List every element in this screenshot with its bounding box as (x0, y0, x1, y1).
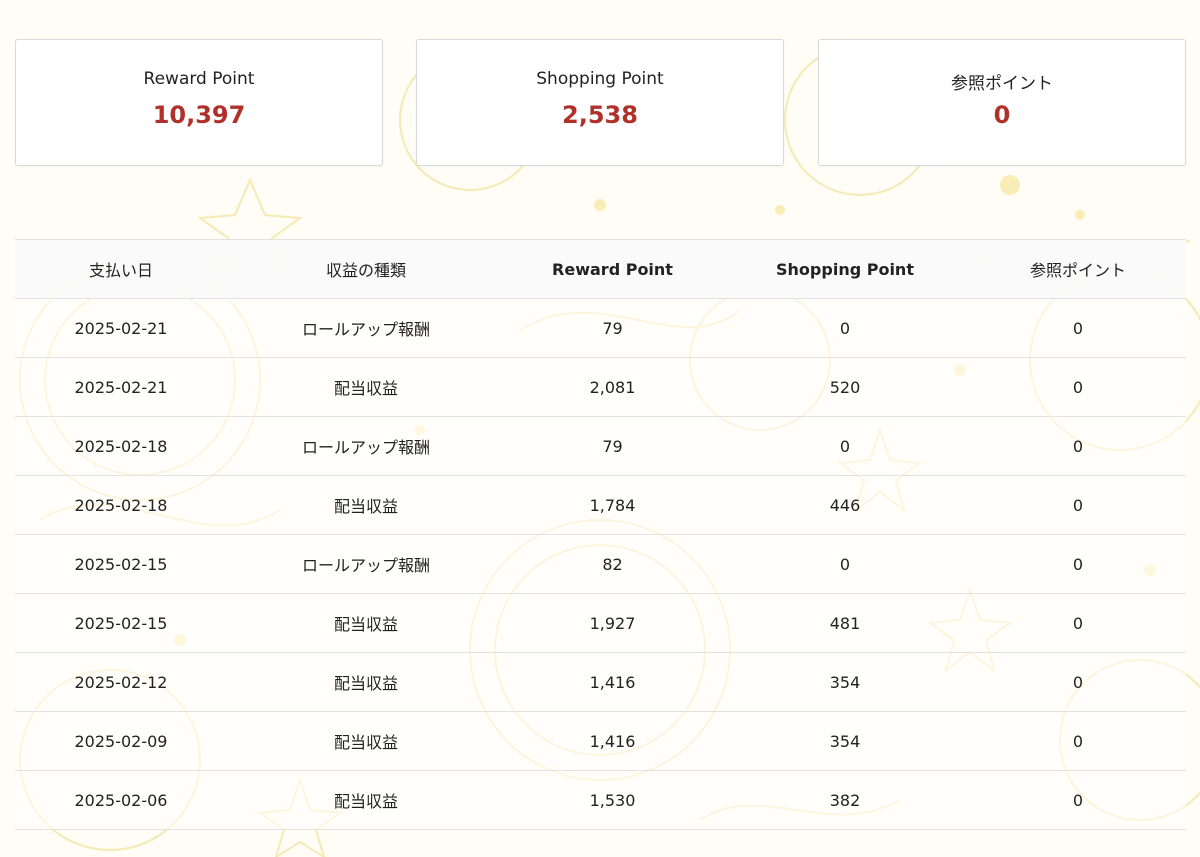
table-row: 2025-02-21 ロールアップ報酬 79 0 0 (15, 298, 1186, 358)
table-row: 2025-02-18 配当収益 1,784 446 0 (15, 475, 1186, 535)
cell-shopping-point: 0 (720, 534, 970, 594)
cell-reward-point: 1,416 (505, 652, 720, 712)
cell-shopping-point: 354 (720, 652, 970, 712)
cell-reward-point: 1,416 (505, 711, 720, 771)
cell-referral-point: 0 (970, 357, 1186, 417)
cell-payment-date: 2025-02-18 (15, 416, 227, 476)
cell-reward-point: 1,784 (505, 475, 720, 535)
cell-payment-date: 2025-02-18 (15, 475, 227, 535)
cell-shopping-point: 0 (720, 416, 970, 476)
earnings-history-table: 支払い日 収益の種類 Reward Point Shopping Point 参… (15, 239, 1186, 830)
table-row: 2025-02-12 配当収益 1,416 354 0 (15, 652, 1186, 712)
referral-point-card: 参照ポイント 0 (818, 39, 1186, 166)
column-header-referral-point: 参照ポイント (970, 239, 1186, 299)
reward-point-card: Reward Point 10,397 (15, 39, 383, 166)
cell-earning-type: 配当収益 (227, 475, 505, 535)
cell-shopping-point: 0 (720, 298, 970, 358)
cell-referral-point: 0 (970, 416, 1186, 476)
cell-shopping-point: 354 (720, 711, 970, 771)
reward-point-card-value: 10,397 (152, 101, 246, 129)
table-row: 2025-02-18 ロールアップ報酬 79 0 0 (15, 416, 1186, 476)
column-header-earning-type: 収益の種類 (227, 239, 505, 299)
cell-referral-point: 0 (970, 770, 1186, 830)
cell-earning-type: 配当収益 (227, 357, 505, 417)
cell-payment-date: 2025-02-15 (15, 534, 227, 594)
column-header-payment-date: 支払い日 (15, 239, 227, 299)
cell-referral-point: 0 (970, 711, 1186, 771)
shopping-point-card: Shopping Point 2,538 (416, 39, 784, 166)
cell-referral-point: 0 (970, 475, 1186, 535)
cell-shopping-point: 382 (720, 770, 970, 830)
cell-shopping-point: 481 (720, 593, 970, 653)
table-row: 2025-02-09 配当収益 1,416 354 0 (15, 711, 1186, 771)
cell-referral-point: 0 (970, 534, 1186, 594)
cell-shopping-point: 520 (720, 357, 970, 417)
cell-earning-type: 配当収益 (227, 711, 505, 771)
point-summary-cards: Reward Point 10,397 Shopping Point 2,538… (15, 39, 1186, 166)
referral-point-card-label: 参照ポイント (951, 74, 1053, 94)
cell-earning-type: 配当収益 (227, 593, 505, 653)
referral-point-card-value: 0 (993, 101, 1011, 129)
cell-payment-date: 2025-02-09 (15, 711, 227, 771)
cell-earning-type: 配当収益 (227, 770, 505, 830)
reward-point-card-label: Reward Point (143, 69, 255, 89)
table-row: 2025-02-21 配当収益 2,081 520 0 (15, 357, 1186, 417)
table-row: 2025-02-06 配当収益 1,530 382 0 (15, 770, 1186, 830)
cell-earning-type: ロールアップ報酬 (227, 298, 505, 358)
table-row: 2025-02-15 配当収益 1,927 481 0 (15, 593, 1186, 653)
column-header-reward-point: Reward Point (505, 239, 720, 299)
cell-referral-point: 0 (970, 593, 1186, 653)
cell-payment-date: 2025-02-06 (15, 770, 227, 830)
cell-payment-date: 2025-02-21 (15, 298, 227, 358)
shopping-point-card-label: Shopping Point (536, 69, 664, 89)
cell-reward-point: 82 (505, 534, 720, 594)
cell-shopping-point: 446 (720, 475, 970, 535)
table-header-row: 支払い日 収益の種類 Reward Point Shopping Point 参… (15, 239, 1186, 299)
cell-referral-point: 0 (970, 298, 1186, 358)
cell-earning-type: 配当収益 (227, 652, 505, 712)
cell-reward-point: 79 (505, 416, 720, 476)
cell-reward-point: 1,927 (505, 593, 720, 653)
shopping-point-card-value: 2,538 (562, 101, 638, 129)
cell-earning-type: ロールアップ報酬 (227, 416, 505, 476)
cell-payment-date: 2025-02-21 (15, 357, 227, 417)
cell-earning-type: ロールアップ報酬 (227, 534, 505, 594)
cell-reward-point: 79 (505, 298, 720, 358)
table-row: 2025-02-15 ロールアップ報酬 82 0 0 (15, 534, 1186, 594)
cell-referral-point: 0 (970, 652, 1186, 712)
cell-payment-date: 2025-02-15 (15, 593, 227, 653)
cell-payment-date: 2025-02-12 (15, 652, 227, 712)
cell-reward-point: 2,081 (505, 357, 720, 417)
cell-reward-point: 1,530 (505, 770, 720, 830)
column-header-shopping-point: Shopping Point (720, 239, 970, 299)
